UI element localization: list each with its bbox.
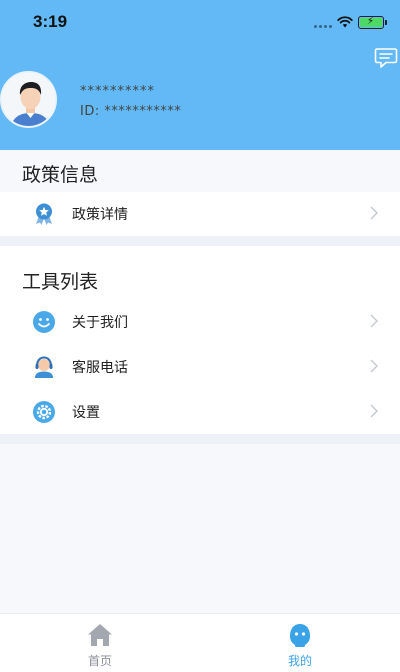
menu-item-about-us[interactable]: 关于我们: [0, 300, 400, 344]
menu-item-label: 客服电话: [72, 360, 128, 376]
award-badge-icon: [36, 203, 52, 225]
section-title-tools-list: 工具列表: [22, 271, 99, 293]
menu-item-label: 关于我们: [72, 315, 128, 331]
profile-icon: [290, 624, 310, 647]
policy-info-panel: 政策详情: [0, 192, 400, 236]
bottom-tab-bar: 首页 我的: [0, 613, 400, 672]
avatar[interactable]: [0, 71, 57, 128]
customer-service-icon: [35, 356, 53, 378]
chevron-right-icon: [370, 404, 378, 418]
tab-profile[interactable]: 我的: [200, 614, 400, 672]
signal-dots-icon: [314, 25, 332, 28]
home-icon: [88, 624, 112, 646]
username: **********: [80, 84, 155, 99]
chevron-right-icon: [370, 206, 378, 220]
wifi-icon: [337, 16, 353, 28]
menu-item-policy-details[interactable]: 政策详情: [0, 192, 400, 236]
user-avatar-icon: [2, 73, 55, 126]
section-title-policy-info: 政策信息: [22, 164, 99, 186]
chevron-right-icon: [370, 359, 378, 373]
section-divider: [0, 434, 400, 444]
menu-item-label: 政策详情: [72, 207, 128, 223]
menu-item-label: 设置: [72, 405, 100, 421]
chevron-right-icon: [370, 314, 378, 328]
menu-item-settings[interactable]: 设置: [0, 390, 400, 434]
user-id: ID: ***********: [80, 104, 182, 119]
section-divider: [0, 236, 400, 246]
profile-header: 3:19 ⚡ ********** ID: ***********: [0, 0, 400, 150]
tab-profile-label: 我的: [287, 654, 312, 668]
tab-home[interactable]: 首页: [0, 614, 200, 672]
smiley-icon: [33, 311, 55, 333]
status-time: 3:19: [33, 12, 68, 31]
battery-charging-icon: ⚡: [358, 16, 387, 29]
status-bar: 3:19 ⚡: [0, 0, 400, 44]
message-icon[interactable]: [374, 46, 398, 70]
settings-gear-icon: [33, 401, 55, 423]
menu-item-customer-service-phone[interactable]: 客服电话: [0, 345, 400, 389]
tab-home-label: 首页: [87, 654, 112, 668]
tools-list-panel: 工具列表 关于我们 客服电话 设置: [0, 246, 400, 434]
